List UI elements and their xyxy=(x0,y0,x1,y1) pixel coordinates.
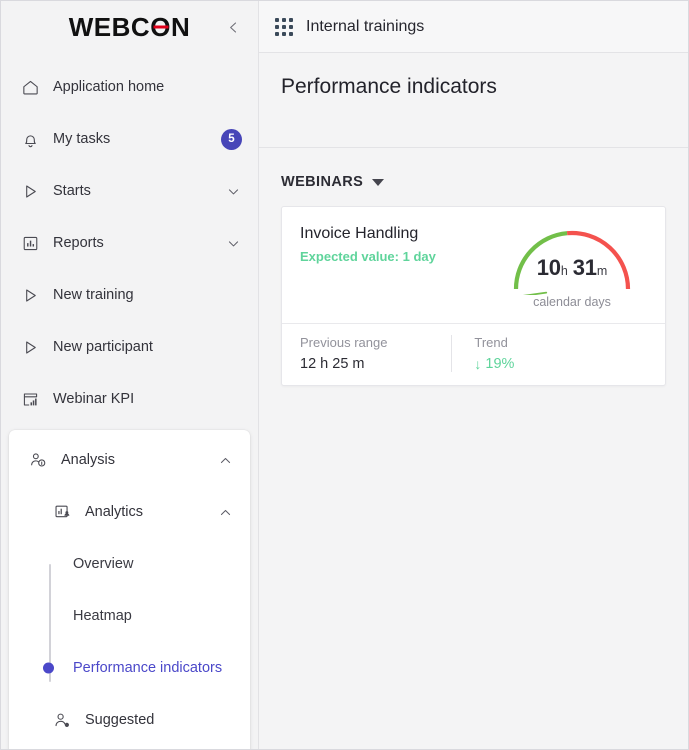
sidebar-item-webinar-kpi[interactable]: Webinar KPI xyxy=(1,373,258,425)
analytics-icon xyxy=(51,501,73,523)
app-grid-icon[interactable] xyxy=(275,17,293,36)
sidebar-item-application-home[interactable]: Application home xyxy=(1,61,258,113)
trend-label: Trend xyxy=(474,335,508,350)
gauge-arc: 10h 31m xyxy=(506,223,638,295)
grid-dot xyxy=(282,31,286,36)
previous-range-label: Previous range xyxy=(300,335,388,350)
sidebar-item-heatmap[interactable]: Heatmap xyxy=(9,590,250,642)
grid-dot xyxy=(275,31,279,36)
sidebar-item-label: Webinar KPI xyxy=(53,391,135,407)
kpi-expected-value: Expected value: 1 day xyxy=(300,249,436,264)
kpi-name: Invoice Handling xyxy=(300,225,419,242)
sidebar-nav: Application home My tasks 5 Starts Repor… xyxy=(1,53,258,749)
sidebar-item-label: Application home xyxy=(53,79,165,95)
sidebar-item-suggested[interactable]: Suggested xyxy=(9,694,250,746)
sidebar-item-overview[interactable]: Overview xyxy=(9,538,250,590)
logo-o-letter: O xyxy=(150,14,171,40)
sidebar-item-label: New training xyxy=(53,287,134,303)
play-outline-icon xyxy=(19,336,41,358)
chevron-left-icon xyxy=(229,22,236,32)
sidebar-item-label: Analysis xyxy=(61,452,115,468)
play-outline-icon xyxy=(19,284,41,306)
kpi-gauge: 10h 31m calendar days xyxy=(497,223,647,313)
report-chart-icon xyxy=(19,232,41,254)
sidebar-item-starts[interactable]: Starts xyxy=(1,165,258,217)
previous-range-value: 12 h 25 m xyxy=(300,356,365,372)
sidebar-item-label: Starts xyxy=(53,183,91,199)
grid-dot xyxy=(275,24,279,29)
kpi-card-invoice-handling[interactable]: Invoice Handling Expected value: 1 day 1… xyxy=(281,206,666,386)
home-icon xyxy=(19,76,41,98)
content-area: WEBINARS Invoice Handling Expected value… xyxy=(259,148,688,749)
gauge-minutes-unit: m xyxy=(596,264,608,278)
app-title: Internal trainings xyxy=(306,17,425,35)
grid-dot xyxy=(289,24,293,29)
sidebar-header: WEBC O N xyxy=(1,1,258,53)
people-info-icon xyxy=(27,449,49,471)
sidebar-item-label: Suggested xyxy=(85,712,155,728)
group-title: WEBINARS xyxy=(281,174,364,190)
people-add-icon xyxy=(51,709,73,731)
sidebar-item-label: Overview xyxy=(73,556,134,572)
chevron-down-icon[interactable] xyxy=(224,182,242,200)
grid-dot xyxy=(289,31,293,36)
grid-dot xyxy=(275,17,279,22)
analysis-section-card: Analysis Analytics Overview Heatmap Perf… xyxy=(9,430,250,749)
grid-dot xyxy=(282,24,286,29)
logo-text-part3: N xyxy=(170,12,191,42)
sidebar-item-my-tasks[interactable]: My tasks 5 xyxy=(1,113,258,165)
trend-cell: Trend ↓ 19% xyxy=(451,335,647,372)
logo-red-dash xyxy=(153,25,169,29)
group-header-webinars[interactable]: WEBINARS xyxy=(281,174,666,190)
top-bar: Internal trainings xyxy=(259,1,688,53)
trend-percentage: 19% xyxy=(485,356,515,372)
grid-dot xyxy=(282,17,286,22)
page-header: Performance indicators xyxy=(259,53,688,148)
chevron-up-icon[interactable] xyxy=(216,451,234,469)
app-window: WEBC O N Application home My tasks 5 Sta… xyxy=(0,0,689,750)
main-area: Internal trainings Performance indicator… xyxy=(259,1,688,749)
gauge-value: 10h 31m xyxy=(506,255,638,281)
sidebar-item-performance-indicators[interactable]: Performance indicators xyxy=(9,642,250,694)
sidebar-item-label: Analytics xyxy=(85,504,144,520)
sidebar: WEBC O N Application home My tasks 5 Sta… xyxy=(1,1,259,749)
sidebar-item-label: New participant xyxy=(53,339,153,355)
trend-value: ↓ 19% xyxy=(474,356,637,372)
logo-text-part1: WEBC xyxy=(68,12,151,42)
chevron-up-icon[interactable] xyxy=(216,503,234,521)
active-indicator-dot xyxy=(43,662,54,674)
sidebar-item-label: My tasks xyxy=(53,131,111,147)
sidebar-item-label: Heatmap xyxy=(73,608,132,624)
webcon-logo: WEBC O N xyxy=(69,14,190,40)
sidebar-item-analytics[interactable]: Analytics xyxy=(9,486,250,538)
sidebar-item-label: Reports xyxy=(53,235,104,251)
kpi-card-footer: Previous range 12 h 25 m Trend ↓ 19% xyxy=(282,323,665,385)
gauge-minutes-number: 31 xyxy=(572,255,597,280)
gauge-caption: calendar days xyxy=(533,295,611,309)
sidebar-collapse-button[interactable] xyxy=(220,14,246,40)
play-outline-icon xyxy=(19,180,41,202)
gauge-hours-unit: h xyxy=(560,264,568,278)
kpi-card-body: Invoice Handling Expected value: 1 day 1… xyxy=(282,207,665,323)
my-tasks-badge: 5 xyxy=(221,128,242,150)
sidebar-item-new-participant[interactable]: New participant xyxy=(1,321,258,373)
kpi-info: Invoice Handling Expected value: 1 day xyxy=(300,223,497,313)
gauge-hours-number: 10 xyxy=(536,255,561,280)
sidebar-item-reports[interactable]: Reports xyxy=(1,217,258,269)
page-title: Performance indicators xyxy=(281,75,497,98)
arrow-down-icon: ↓ xyxy=(474,356,482,372)
sidebar-item-label: Performance indicators xyxy=(73,660,223,676)
sidebar-item-new-training[interactable]: New training xyxy=(1,269,258,321)
previous-range-cell: Previous range 12 h 25 m xyxy=(300,335,451,372)
bell-icon xyxy=(19,128,41,150)
kpi-board-icon xyxy=(19,388,41,410)
chevron-down-icon[interactable] xyxy=(224,234,242,252)
sidebar-item-analysis[interactable]: Analysis xyxy=(9,434,250,486)
grid-dot xyxy=(289,17,293,22)
caret-down-icon[interactable] xyxy=(372,178,385,186)
